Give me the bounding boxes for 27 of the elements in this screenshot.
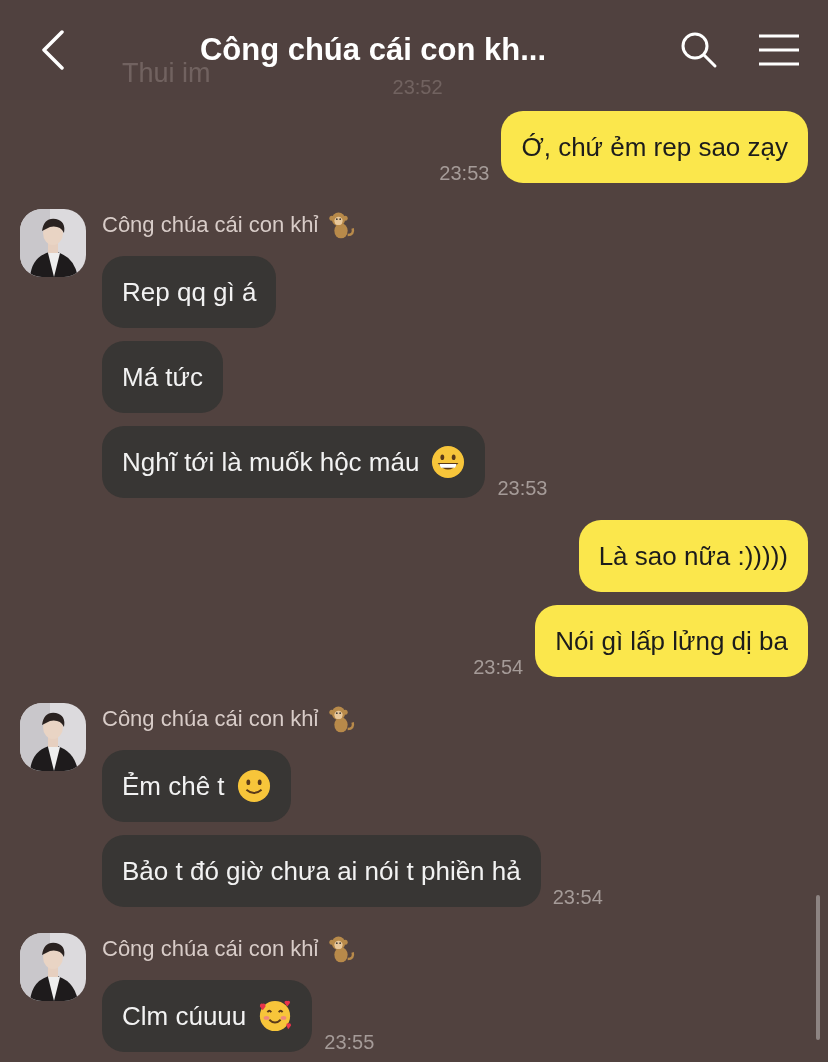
monkey-icon — [326, 704, 357, 734]
timestamp: 23:55 — [324, 1031, 375, 1054]
sender-name: Công chúa cái con khỉ — [102, 706, 319, 732]
message-bubble: Nghĩ tới là muốk hộc máu — [102, 426, 486, 498]
smiling-face-with-hearts-icon — [258, 999, 293, 1033]
smiling-face-icon — [236, 769, 271, 803]
message-bubble: Bảo t đó giờ chưa ai nói t phiền hả — [102, 835, 541, 907]
grinning-face-icon — [431, 445, 466, 479]
monkey-icon — [326, 934, 357, 964]
sender-name: Công chúa cái con khỉ — [102, 936, 319, 962]
search-icon[interactable] — [680, 31, 718, 69]
monkey-icon — [326, 210, 357, 240]
message-bubble: Là sao nữa :))))) — [578, 520, 808, 592]
scroll-bar[interactable] — [816, 895, 820, 1040]
message-bubble: Nói gì lấp lửng dị ba — [535, 605, 808, 677]
timestamp: 23:53 — [439, 162, 490, 185]
timestamp: 23:54 — [473, 656, 524, 679]
timestamp: 23:53 — [497, 477, 548, 500]
message-bubble: Clm cúuuu — [102, 980, 313, 1052]
sender-name: Công chúa cái con khỉ — [102, 212, 319, 238]
message-bubble: Ớ, chứ ẻm rep sao zạy — [501, 111, 808, 183]
menu-icon[interactable] — [758, 34, 800, 66]
back-icon[interactable] — [40, 30, 66, 70]
message-bubble: Rep qq gì á — [102, 256, 277, 328]
timestamp: 23:54 — [552, 886, 603, 909]
message-bubble: Má tức — [102, 341, 223, 413]
message-bubble: Ẻm chê t — [102, 750, 291, 822]
